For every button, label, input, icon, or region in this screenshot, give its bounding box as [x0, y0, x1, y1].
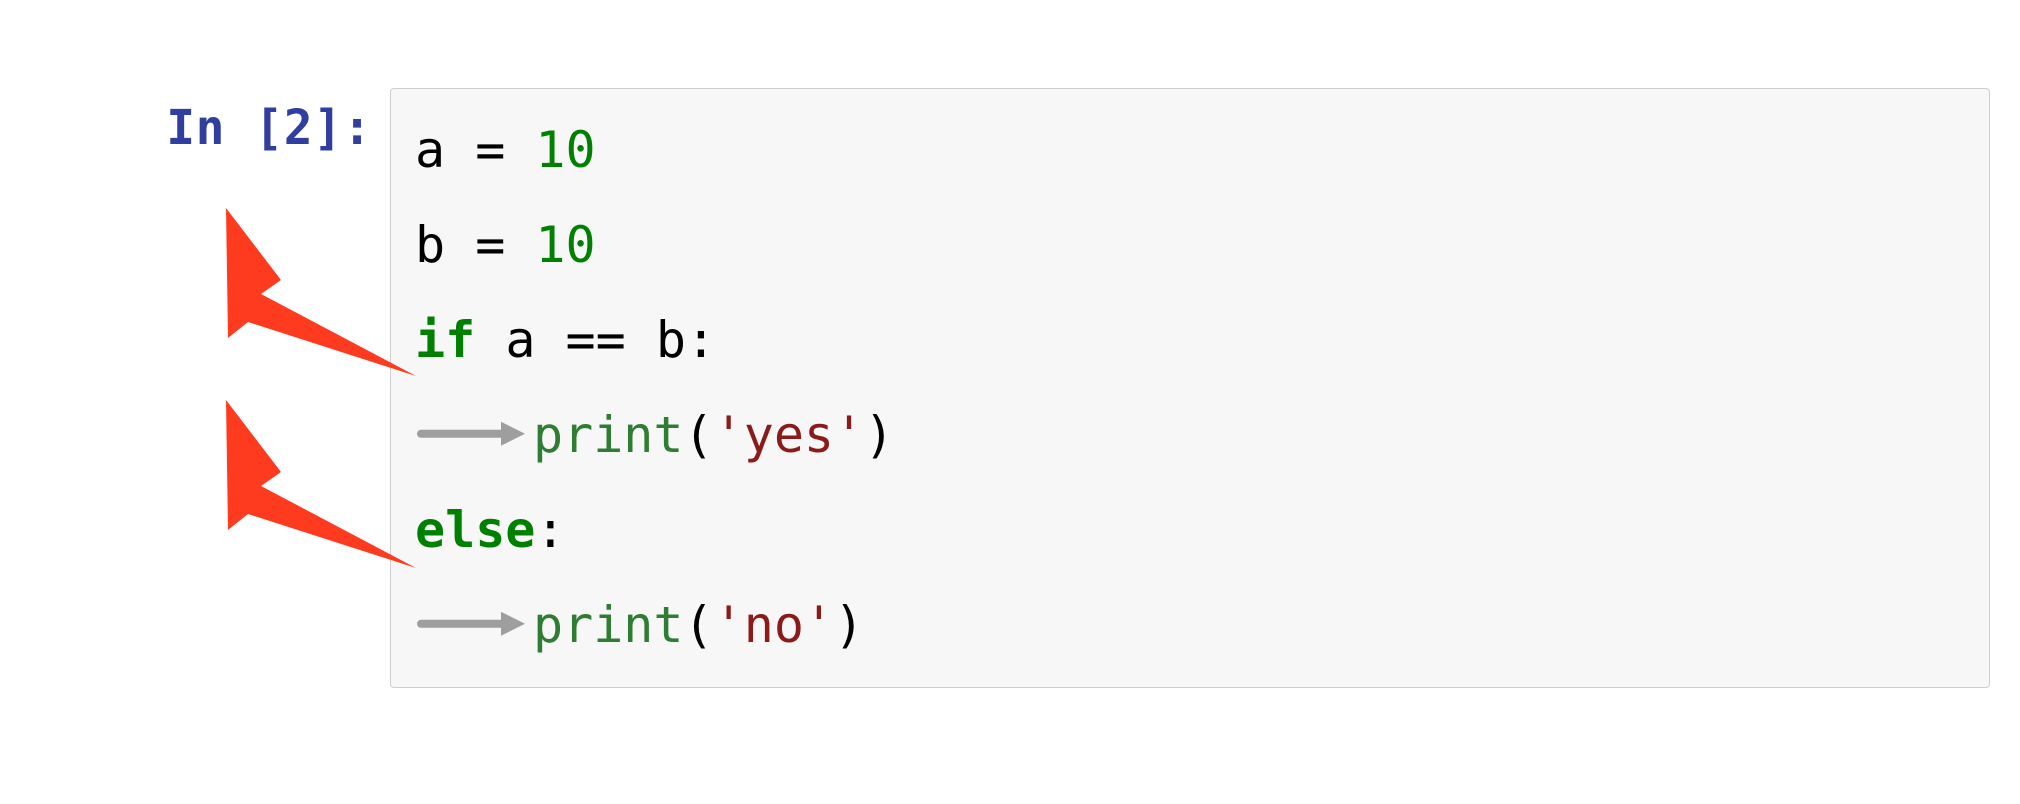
code-line-4: print('yes') — [415, 388, 1965, 483]
code-line-6: print('no') — [415, 578, 1965, 673]
print-call: print — [533, 596, 684, 654]
indent-arrow-icon — [415, 402, 533, 452]
paren-close: ) — [864, 406, 894, 464]
colon: : — [535, 501, 565, 559]
prompt-in: In — [166, 100, 254, 156]
string-literal-yes: 'yes' — [714, 406, 865, 464]
paren-open: ( — [684, 596, 714, 654]
indent-arrow-icon — [415, 592, 533, 642]
assign-op: = — [445, 121, 535, 179]
code-input-area[interactable]: a = 10 b = 10 if a == b: print('yes') el… — [390, 88, 1990, 688]
prompt-suffix: ]: — [313, 100, 372, 156]
number-literal: 10 — [535, 121, 595, 179]
code-line-1: a = 10 — [415, 103, 1965, 198]
notebook-cell: In [2]: a = 10 b = 10 if a == b: print('… — [120, 88, 1990, 688]
assign-op: = — [445, 216, 535, 274]
code-line-5: else: — [415, 483, 1965, 578]
var-a: a — [415, 121, 445, 179]
paren-close: ) — [834, 596, 864, 654]
condition: a == b: — [475, 311, 716, 369]
prompt-index: 2 — [284, 100, 313, 156]
if-keyword: if — [415, 311, 475, 369]
else-keyword: else — [415, 501, 535, 559]
print-call: print — [533, 406, 684, 464]
string-literal-no: 'no' — [714, 596, 834, 654]
input-prompt: In [2]: — [120, 88, 390, 156]
code-line-3: if a == b: — [415, 293, 1965, 388]
paren-open: ( — [684, 406, 714, 464]
code-line-2: b = 10 — [415, 198, 1965, 293]
number-literal: 10 — [535, 216, 595, 274]
var-b: b — [415, 216, 445, 274]
